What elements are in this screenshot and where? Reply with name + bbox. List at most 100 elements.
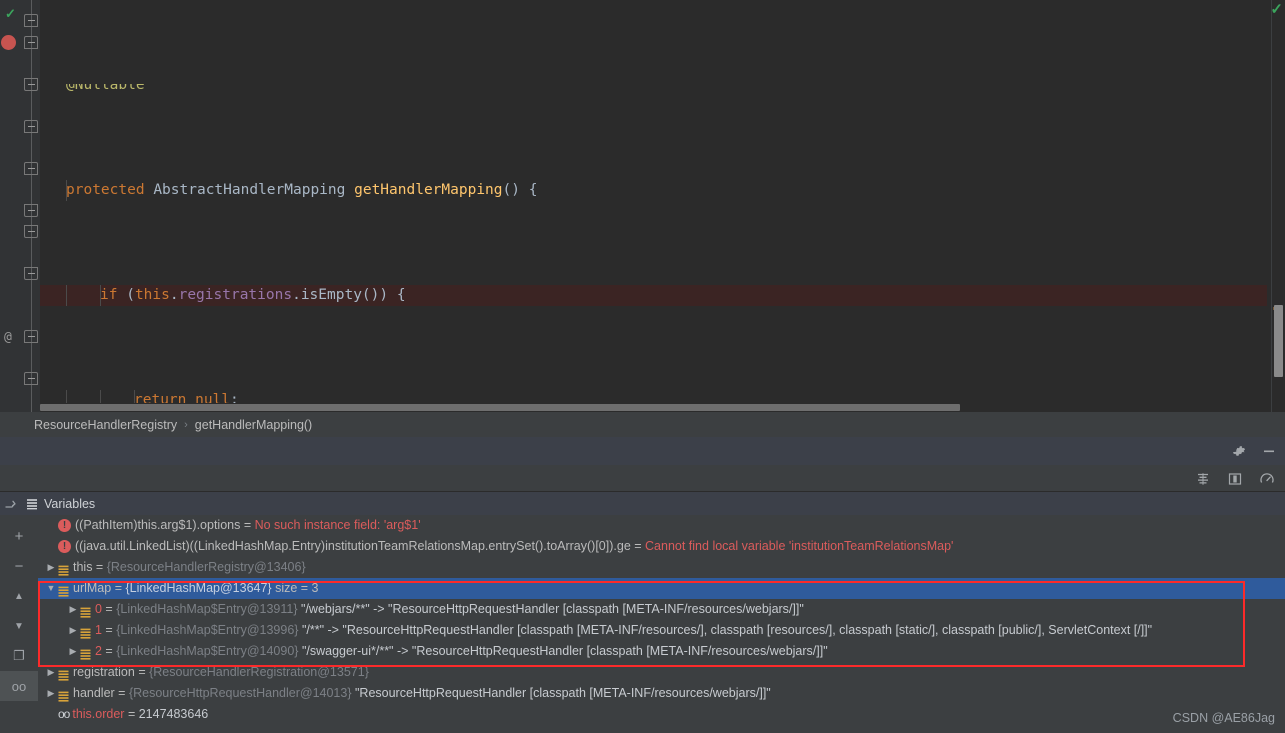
object-value-icon: [58, 583, 69, 597]
variable-value: 2147483646: [138, 707, 209, 721]
chevron-right-icon[interactable]: ▶: [44, 662, 58, 683]
minimize-icon[interactable]: [1261, 443, 1277, 459]
watches-button[interactable]: oo: [0, 671, 38, 701]
chevron-down-icon[interactable]: ▼: [44, 578, 58, 599]
error-icon: !: [58, 519, 71, 533]
variables-tabbar: Variables: [0, 492, 1285, 515]
chevron-right-icon[interactable]: ▶: [66, 641, 80, 662]
fold-marker-icon[interactable]: [24, 225, 38, 238]
variable-row[interactable]: oo this.order = 2147483646: [38, 704, 1285, 725]
chevron-right-icon[interactable]: ▶: [66, 599, 80, 620]
variable-value: Cannot find local variable 'institutionT…: [645, 539, 954, 553]
variables-left-toolbar: + − ▲ ▼ ❐ oo: [0, 515, 38, 733]
stack-frames-icon: [26, 498, 38, 510]
fold-marker-icon[interactable]: [24, 78, 38, 91]
chevron-right-icon: ›: [184, 418, 188, 431]
source-code-area[interactable]: @Nullable protected AbstractHandlerMappi…: [40, 0, 1267, 412]
object-value-icon: [80, 625, 91, 639]
move-down-button[interactable]: ▼: [0, 611, 38, 641]
variable-row[interactable]: ▶ this = {ResourceHandlerRegistry@13406}: [38, 557, 1285, 578]
variable-equals: =: [111, 581, 126, 595]
gear-icon[interactable]: [1231, 443, 1247, 459]
jump-to-source-icon[interactable]: [4, 496, 20, 512]
code-line[interactable]: if (this.registrations.isEmpty()) {: [40, 285, 1267, 306]
debug-toolwindow-header: [0, 437, 1285, 465]
ide-window: ✓ @ @Nullable protected AbstractHandlerM…: [0, 0, 1285, 733]
copy-button[interactable]: ❐: [0, 641, 38, 671]
editor-gutter-icons[interactable]: ✓ @: [0, 0, 22, 412]
code-line[interactable]: @Nullable: [40, 84, 1267, 96]
layout-icon[interactable]: [1195, 471, 1211, 487]
variable-name: this: [73, 560, 93, 574]
restore-layout-icon[interactable]: [1227, 471, 1243, 487]
move-up-button[interactable]: ▲: [0, 581, 38, 611]
chevron-right-icon[interactable]: ▶: [44, 683, 58, 704]
variable-name: 0: [95, 602, 102, 616]
fold-marker-icon[interactable]: [24, 204, 38, 217]
add-watch-button[interactable]: +: [0, 521, 38, 551]
breadcrumb-class[interactable]: ResourceHandlerRegistry: [34, 418, 177, 432]
variable-reference: {ResourceHandlerRegistry@13406}: [106, 560, 306, 574]
breadcrumb[interactable]: ResourceHandlerRegistry › getHandlerMapp…: [0, 412, 1285, 437]
variable-name: registration: [73, 665, 135, 679]
fold-marker-icon[interactable]: [24, 330, 38, 343]
gauge-icon[interactable]: [1259, 471, 1275, 487]
inspections-ok-icon[interactable]: ✓: [1270, 2, 1283, 17]
variable-value: size = 3: [275, 581, 319, 595]
variable-equals: =: [92, 560, 107, 574]
variable-row[interactable]: ▶ registration = {ResourceHandlerRegistra…: [38, 662, 1285, 683]
editor-vertical-scrollbar[interactable]: ✓: [1270, 0, 1285, 412]
breakpoint-icon[interactable]: [1, 35, 16, 50]
variable-reference: {LinkedHashMap$Entry@14090}: [116, 644, 302, 658]
variable-row[interactable]: ! ((PathItem)this.arg$1).options = No suc…: [38, 515, 1285, 536]
watermark: CSDN @AE86Jag: [1172, 711, 1275, 725]
fold-marker-icon[interactable]: [24, 267, 38, 280]
variable-equals: =: [134, 665, 150, 679]
variable-value: "ResourceHttpRequestHandler [classpath […: [354, 686, 771, 700]
fold-marker-icon[interactable]: [24, 120, 38, 133]
fold-marker-icon[interactable]: [24, 14, 38, 27]
tab-variables[interactable]: Variables: [26, 497, 95, 511]
object-value-icon: [80, 646, 91, 660]
variable-name: handler: [73, 686, 115, 700]
variable-row[interactable]: ▼ urlMap = {LinkedHashMap@13647} size = 3: [38, 578, 1285, 599]
variable-value: "/swagger-ui*/**" -> "ResourceHttpReques…: [301, 644, 828, 658]
variable-reference: {LinkedHashMap$Entry@13911}: [116, 602, 302, 616]
editor-horizontal-scrollbar[interactable]: [40, 403, 1253, 412]
object-value-icon: [80, 604, 91, 618]
watch-icon: oo: [58, 707, 70, 722]
variable-name: urlMap: [73, 581, 112, 595]
breadcrumb-method[interactable]: getHandlerMapping(): [195, 418, 312, 432]
editor-fold-rail[interactable]: [22, 0, 40, 412]
variable-name: 2: [95, 644, 102, 658]
variable-row[interactable]: ▶ 1 = {LinkedHashMap$Entry@13996} "/**" -…: [38, 620, 1285, 641]
variable-value: "/**" -> "ResourceHttpRequestHandler [cl…: [301, 623, 1153, 637]
fold-marker-icon[interactable]: [24, 372, 38, 385]
fold-marker-icon[interactable]: [24, 36, 38, 49]
variable-equals: =: [101, 602, 117, 616]
chevron-right-icon[interactable]: ▶: [44, 557, 58, 578]
scrollbar-thumb[interactable]: [40, 404, 960, 411]
variable-reference: {LinkedHashMap$Entry@13996}: [116, 623, 302, 637]
variable-row[interactable]: ▶ 0 = {LinkedHashMap$Entry@13911} "/webja…: [38, 599, 1285, 620]
object-value-icon: [58, 688, 69, 702]
variable-name: 1: [95, 623, 102, 637]
variable-row[interactable]: ! ((java.util.LinkedList)((LinkedHashMap.…: [38, 536, 1285, 557]
variable-name: this.order: [72, 707, 125, 721]
variable-equals: =: [630, 539, 646, 553]
annotation-marker-icon[interactable]: @: [4, 330, 12, 345]
variable-reference: {ResourceHandlerRegistration@13571}: [149, 665, 369, 679]
variable-row[interactable]: ▶ 2 = {LinkedHashMap$Entry@14090} "/swagg…: [38, 641, 1285, 662]
variable-equals: =: [114, 686, 129, 700]
variables-tree[interactable]: ! ((PathItem)this.arg$1).options = No suc…: [38, 515, 1285, 733]
code-editor[interactable]: ✓ @ @Nullable protected AbstractHandlerM…: [0, 0, 1285, 412]
variable-row[interactable]: ▶ handler = {ResourceHttpRequestHandler@1…: [38, 683, 1285, 704]
breakpoint-verified-icon: ✓: [5, 6, 16, 21]
fold-marker-icon[interactable]: [24, 162, 38, 175]
chevron-right-icon[interactable]: ▶: [66, 620, 80, 641]
remove-watch-button[interactable]: −: [0, 551, 38, 581]
variable-equals: =: [124, 707, 139, 721]
code-line[interactable]: protected AbstractHandlerMapping getHand…: [40, 180, 1267, 201]
variable-reference: {LinkedHashMap@13647}: [125, 581, 276, 595]
scrollbar-thumb[interactable]: [1274, 305, 1283, 377]
